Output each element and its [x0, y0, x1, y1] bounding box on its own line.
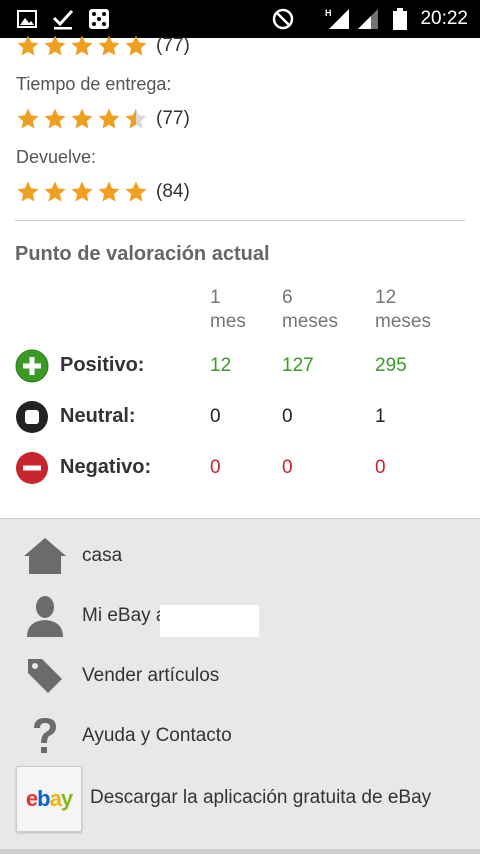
feedback-value: 0	[375, 457, 386, 478]
home-icon	[22, 534, 68, 578]
star-icon	[70, 180, 94, 204]
star-icon	[97, 34, 121, 58]
redacted-username	[160, 605, 259, 637]
star-icon	[97, 180, 121, 204]
star-icon	[124, 180, 148, 204]
star-icon	[124, 34, 148, 58]
feedback-value: 1	[375, 406, 386, 427]
feedback-label: Negativo:	[60, 456, 152, 478]
rating-count: (84)	[156, 181, 190, 202]
feedback-value: 0	[210, 406, 221, 427]
star-icon	[43, 180, 67, 204]
star-rating	[16, 34, 148, 58]
star-icon	[70, 107, 94, 131]
menu-item-label: casa	[82, 545, 123, 566]
star-icon	[43, 34, 67, 58]
feedback-value: 0	[282, 457, 293, 478]
menu-item-home[interactable]: casa	[0, 528, 480, 584]
column-header-line: meses	[375, 311, 431, 332]
tag-icon	[22, 654, 68, 698]
star-rating	[16, 180, 148, 204]
feedback-label: Positivo:	[60, 354, 145, 376]
menu-item-label: Mi eBay a	[82, 605, 167, 626]
star-rating	[16, 107, 148, 131]
column-header-6-months: 6 meses	[282, 286, 338, 334]
column-header-line: mes	[210, 311, 246, 332]
svg-text:H: H	[325, 8, 332, 18]
column-header-line: meses	[282, 311, 338, 332]
feedback-section-title: Punto de valoración actual	[15, 243, 270, 265]
feedback-value: 0	[282, 406, 293, 427]
star-half-icon	[124, 107, 148, 131]
rating-count: (77)	[156, 35, 190, 56]
feedback-row-neutral: Neutral: 0 0 1	[15, 399, 465, 435]
column-header-12-months: 12 meses	[375, 286, 431, 334]
feedback-value: 127	[282, 355, 314, 376]
minus-circle-icon	[16, 452, 48, 484]
ebay-app-logo[interactable]: ebay	[16, 766, 82, 832]
star-icon	[16, 180, 40, 204]
rating-row-3: (84)	[16, 177, 190, 207]
star-icon	[16, 107, 40, 131]
feedback-row-negative: Negativo: 0 0 0	[15, 450, 465, 486]
help-icon	[22, 714, 68, 758]
star-icon	[16, 34, 40, 58]
menu-item-label: Ayuda y Contacto	[82, 725, 232, 746]
rating-label-delivery: Tiempo de entrega:	[16, 74, 172, 94]
rating-row-2: (77)	[16, 104, 190, 134]
feedback-label: Neutral:	[60, 405, 136, 427]
signal-h-icon: H	[324, 0, 352, 38]
status-time: 20:22	[420, 8, 468, 29]
menu-item-sell[interactable]: Vender artículos	[0, 648, 480, 704]
star-icon	[70, 34, 94, 58]
square-circle-icon	[16, 401, 48, 433]
star-icon	[43, 107, 67, 131]
feedback-row-positive: Positivo: 12 127 295	[15, 348, 465, 384]
feedback-value: 12	[210, 355, 232, 376]
ebay-logo-text: ebay	[25, 786, 73, 811]
rating-label-returns: Devuelve:	[16, 147, 97, 167]
menu-item-help[interactable]: Ayuda y Contacto	[0, 708, 480, 764]
column-header-line: 6	[282, 287, 293, 308]
user-icon	[22, 594, 68, 638]
signal-icon	[356, 0, 380, 38]
download-app-link[interactable]: Descargar la aplicación gratuita de eBay	[90, 787, 431, 809]
feedback-value: 295	[375, 355, 407, 376]
column-header-line: 1	[210, 287, 221, 308]
star-icon	[97, 107, 121, 131]
rating-count: (77)	[156, 108, 190, 129]
column-header-line: 12	[375, 287, 397, 308]
feedback-value: 0	[210, 457, 221, 478]
battery-icon	[392, 0, 408, 38]
column-header-1-month: 1 mes	[210, 286, 246, 334]
menu-item-label: Vender artículos	[82, 665, 220, 686]
divider	[15, 220, 465, 221]
rating-row-1: (77)	[16, 31, 190, 61]
bottom-edge	[0, 849, 480, 854]
do-not-disturb-icon	[270, 0, 296, 38]
plus-circle-icon	[15, 349, 49, 383]
